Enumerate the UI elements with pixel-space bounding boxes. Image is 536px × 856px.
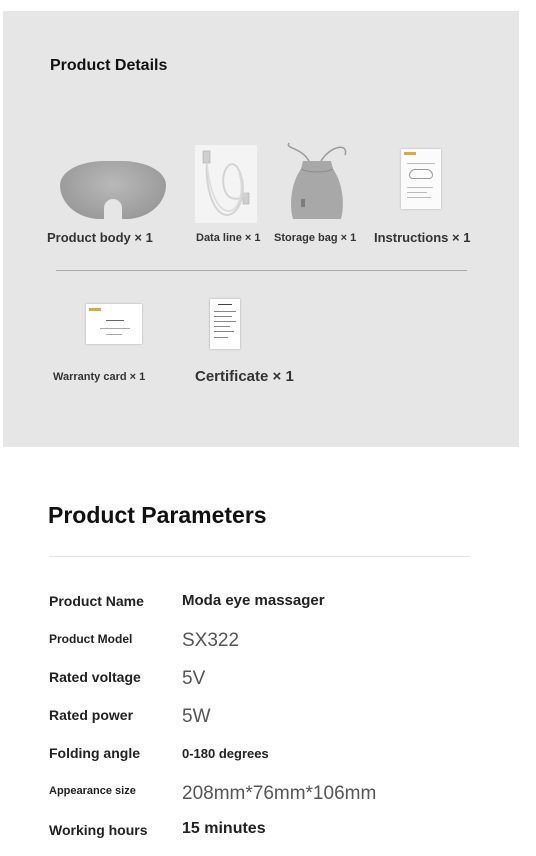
usb-cable-icon [195, 145, 257, 223]
param-value-product-name: Moda eye massager [182, 592, 325, 609]
param-value-appearance-size: 208mm*76mm*106mm [182, 783, 377, 804]
details-divider [56, 270, 467, 271]
param-label-rated-voltage: Rated voltage [49, 669, 141, 685]
item-label-warranty-card: Warranty card × 1 [53, 371, 146, 383]
param-value-working-hours: 15 minutes [182, 820, 266, 837]
product-parameters-title: Product Parameters [48, 502, 267, 528]
product-details-title: Product Details [50, 57, 168, 74]
param-label-folding-angle: Folding angle [49, 745, 140, 761]
certificate-icon [210, 299, 240, 349]
product-details-panel: Product Details Product body × 1 Data li… [3, 11, 519, 447]
item-label-certificate: Certificate × 1 [195, 368, 294, 385]
eye-massager-icon [60, 161, 166, 219]
drawstring-bag-icon [279, 139, 355, 223]
param-value-rated-power: 5W [182, 706, 211, 727]
param-value-product-model: SX322 [182, 630, 240, 651]
item-label-instructions: Instructions × 1 [374, 230, 471, 245]
param-label-product-name: Product Name [49, 593, 144, 609]
item-label-data-line: Data line × 1 [196, 232, 261, 244]
param-label-appearance-size: Appearance size [49, 785, 136, 797]
param-value-rated-voltage: 5V [182, 668, 206, 689]
param-value-folding-angle: 0-180 degrees [182, 746, 269, 761]
param-label-product-model: Product Model [49, 632, 133, 646]
params-divider [49, 556, 470, 557]
param-label-working-hours: Working hours [49, 822, 148, 838]
item-label-storage-bag: Storage bag × 1 [274, 232, 357, 244]
param-label-rated-power: Rated power [49, 707, 134, 723]
manual-icon [401, 149, 441, 209]
warranty-card-icon [86, 304, 142, 344]
item-label-product-body: Product body × 1 [47, 230, 153, 245]
